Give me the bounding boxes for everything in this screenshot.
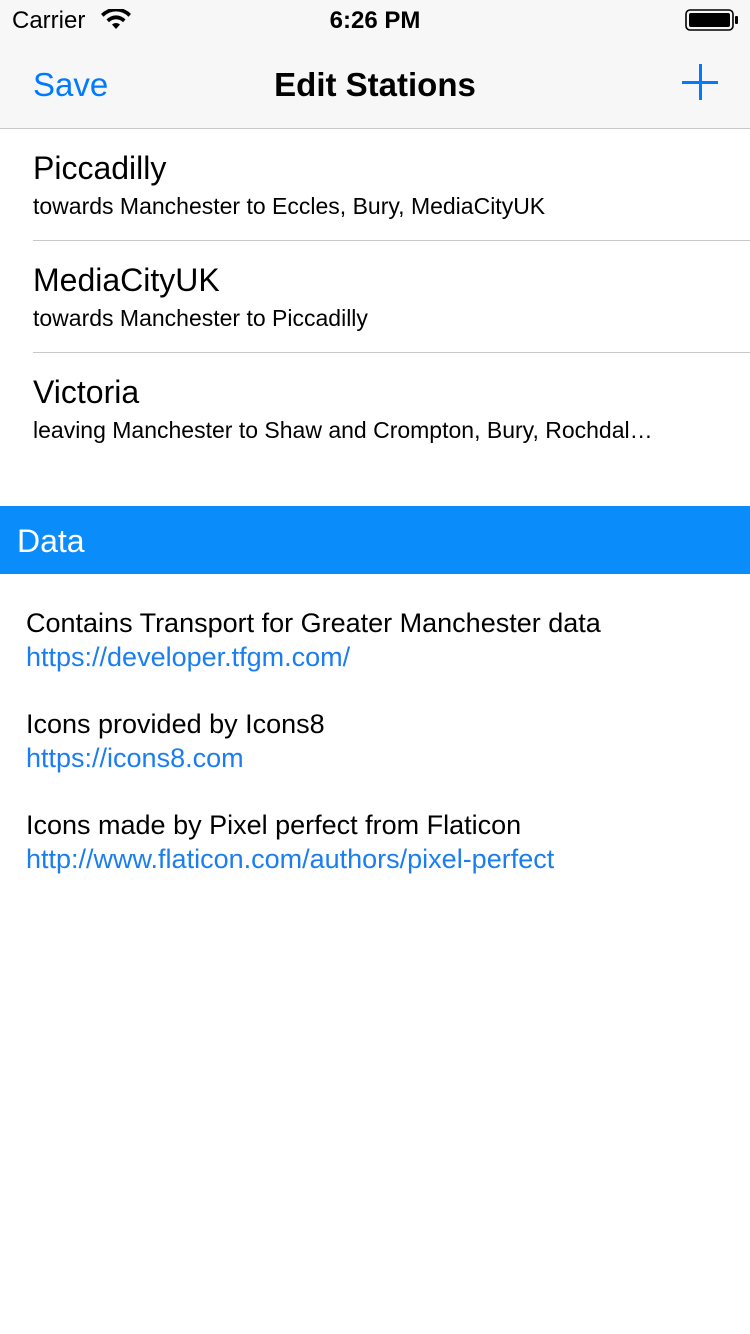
station-name: Victoria [33,374,140,410]
status-bar: Carrier 6:26 PM [0,0,750,40]
credit-link-tfgm[interactable]: https://developer.tfgm.com/ [26,640,726,674]
station-name: MediaCityUK [33,262,220,298]
status-time: 6:26 PM [329,7,421,34]
station-subtitle: towards Manchester to Piccadilly [33,305,368,331]
navigation-bar: Save Edit Stations [0,40,750,129]
credit-text: Icons provided by Icons8 [26,709,325,739]
station-subtitle: towards Manchester to Eccles, Bury, Medi… [33,193,546,219]
credit-link-icons8[interactable]: https://icons8.com [26,741,726,775]
credit-item: Icons made by Pixel perfect from Flatico… [26,808,726,876]
save-button[interactable]: Save [33,66,108,104]
credit-item: Contains Transport for Greater Mancheste… [26,606,726,674]
screen: Carrier 6:26 PM Save Edit Stations Picca… [0,0,750,1334]
station-row-piccadilly[interactable]: Piccadilly towards Manchester to Eccles,… [0,129,750,241]
station-row-mediacityuk[interactable]: MediaCityUK towards Manchester to Piccad… [0,241,750,353]
data-section-header: Data [0,506,750,574]
add-station-button[interactable] [680,62,720,102]
credit-item: Icons provided by Icons8 https://icons8.… [26,707,726,775]
station-name: Piccadilly [33,150,167,186]
battery-icon [685,9,738,31]
credit-text: Icons made by Pixel perfect from Flatico… [26,810,522,840]
page-title: Edit Stations [274,66,476,103]
credit-link-flaticon[interactable]: http://www.flaticon.com/authors/pixel-pe… [26,842,726,876]
section-title: Data [17,523,85,559]
station-list: Piccadilly towards Manchester to Eccles,… [0,129,750,465]
station-subtitle: leaving Manchester to Shaw and Crompton,… [33,417,653,443]
station-row-victoria[interactable]: Victoria leaving Manchester to Shaw and … [0,353,750,465]
credit-text: Contains Transport for Greater Mancheste… [26,608,601,638]
credits: Contains Transport for Greater Mancheste… [26,606,726,909]
